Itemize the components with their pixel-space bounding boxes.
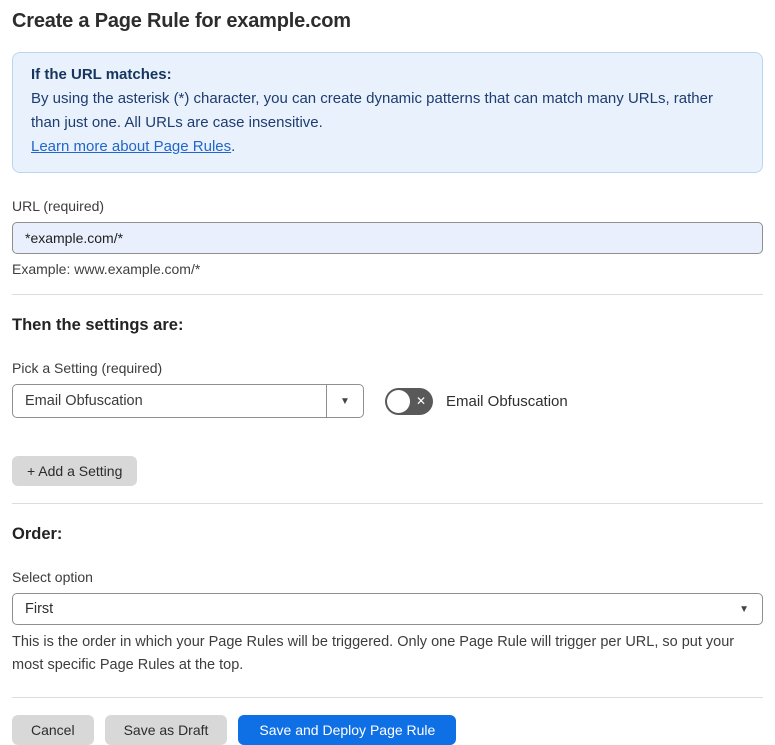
url-example-hint: Example: www.example.com/* xyxy=(12,261,201,277)
setting-row: Email Obfuscation ▼ ✕ Email Obfuscation xyxy=(12,384,763,418)
info-box-heading: If the URL matches: xyxy=(31,66,172,83)
toggle-knob xyxy=(387,389,410,413)
save-and-deploy-button[interactable]: Save and Deploy Page Rule xyxy=(238,715,457,745)
chevron-down-icon: ▼ xyxy=(739,603,749,615)
order-help-text: This is the order in which your Page Rul… xyxy=(12,634,735,673)
save-as-draft-button[interactable]: Save as Draft xyxy=(104,715,228,745)
order-select-value: First xyxy=(25,601,54,617)
settings-section-heading: Then the settings are: xyxy=(12,316,184,334)
divider xyxy=(12,503,763,504)
add-setting-button[interactable]: + Add a Setting xyxy=(12,456,138,486)
order-section-heading: Order: xyxy=(12,525,63,543)
info-box-link-line: Learn more about Page Rules. xyxy=(31,135,744,159)
divider xyxy=(12,697,763,698)
setting-dropdown[interactable]: Email Obfuscation ▼ xyxy=(12,384,364,418)
learn-more-link[interactable]: Learn more about Page Rules xyxy=(31,138,231,155)
order-select-label: Select option xyxy=(12,569,93,585)
url-field-label: URL (required) xyxy=(12,198,105,214)
email-obfuscation-toggle[interactable]: ✕ xyxy=(385,387,433,415)
setting-dropdown-value: Email Obfuscation xyxy=(25,393,143,409)
create-page-rule-form: Create a Page Rule for example.com If th… xyxy=(0,10,775,745)
pick-setting-label: Pick a Setting (required) xyxy=(12,360,163,376)
divider xyxy=(12,294,763,295)
url-input[interactable] xyxy=(12,222,763,254)
page-title: Create a Page Rule for example.com xyxy=(12,10,351,32)
info-box-body: By using the asterisk (*) character, you… xyxy=(31,90,713,131)
order-select[interactable]: First ▼ xyxy=(12,593,763,625)
chevron-down-icon[interactable]: ▼ xyxy=(326,385,363,417)
cancel-button[interactable]: Cancel xyxy=(12,715,94,745)
toggle-label: Email Obfuscation xyxy=(446,392,568,410)
toggle-off-icon: ✕ xyxy=(415,394,426,408)
url-match-info-box: If the URL matches: By using the asteris… xyxy=(12,52,763,173)
footer-actions: Cancel Save as Draft Save and Deploy Pag… xyxy=(12,715,763,745)
link-suffix: . xyxy=(231,138,236,155)
